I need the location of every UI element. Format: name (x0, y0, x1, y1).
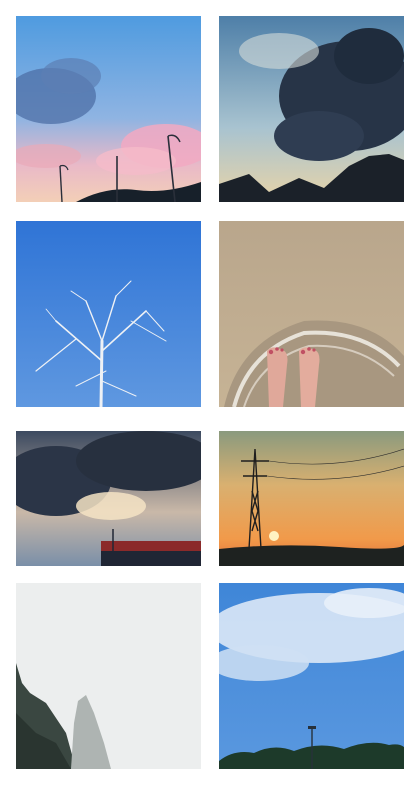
photo-storm-clouds[interactable] (16, 431, 201, 566)
photo-feet-beach[interactable] (219, 221, 404, 407)
photo-pastel-sky[interactable] (16, 16, 201, 202)
photo-dramatic-clouds[interactable] (219, 16, 404, 202)
photo-bare-tree[interactable] (16, 221, 201, 407)
photo-misty-peaks[interactable] (16, 583, 201, 769)
photo-pylon-sunset[interactable] (219, 431, 404, 566)
photo-cloudy-sky[interactable] (219, 583, 404, 769)
